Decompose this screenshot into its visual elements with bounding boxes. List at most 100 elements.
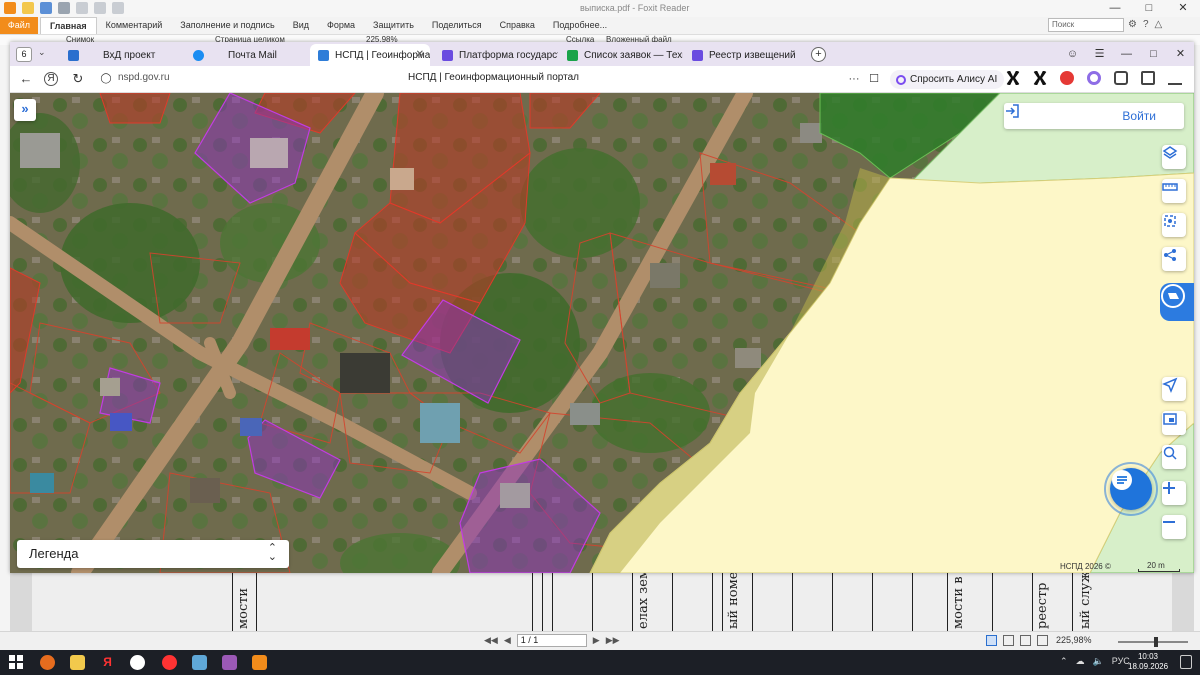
ribbon-tab-fill-sign[interactable]: Заполнение и подпись <box>171 17 283 34</box>
expand-panel-button[interactable]: » <box>14 99 36 121</box>
tab-close-icon[interactable]: ✕ <box>416 49 424 60</box>
more-options-icon[interactable]: ··· <box>846 71 862 87</box>
measure-button[interactable] <box>1162 179 1186 203</box>
tab-notices-registry[interactable]: Реестр извещений <box>684 44 808 66</box>
extension-k2-icon[interactable] <box>1033 71 1047 85</box>
extension-red-icon[interactable] <box>1060 71 1074 85</box>
foxit-close-button[interactable]: ✕ <box>1166 0 1200 17</box>
open-icon[interactable] <box>22 2 34 14</box>
page-number-input[interactable]: 1 / 1 <box>516 634 587 647</box>
collections-icon[interactable] <box>1141 71 1155 85</box>
extensions-puzzle-icon[interactable] <box>1114 71 1128 85</box>
close-button[interactable]: ✕ <box>1167 42 1194 66</box>
zoom-level[interactable]: 225,98% <box>1056 635 1092 645</box>
frame-icon <box>1163 413 1177 425</box>
yandex-icon[interactable]: Я <box>100 655 115 670</box>
yandex-home-icon[interactable]: Я <box>44 72 58 86</box>
login-icon[interactable] <box>1004 103 1020 119</box>
network-icon[interactable]: ☁ <box>1076 656 1085 667</box>
windows-start-icon[interactable] <box>9 655 24 670</box>
volume-icon[interactable]: 🔈 <box>1093 656 1104 667</box>
ribbon-tab-protect[interactable]: Защитить <box>364 17 423 34</box>
profile-icon[interactable]: ☺ <box>1059 42 1086 66</box>
zoom-out-button[interactable] <box>1162 515 1186 539</box>
layers-button[interactable] <box>1162 145 1186 169</box>
continuous-facing-icon[interactable] <box>1037 635 1048 646</box>
first-page-icon[interactable]: ◀◀ <box>484 635 498 646</box>
login-panel[interactable]: Войти <box>1004 103 1184 129</box>
reload-icon[interactable]: ↻ <box>70 71 86 87</box>
ribbon-tab-form[interactable]: Форма <box>318 17 364 34</box>
new-tab-button[interactable]: + <box>811 47 826 62</box>
extension-k-icon[interactable] <box>1006 71 1020 85</box>
redo-icon[interactable] <box>94 2 106 14</box>
maximize-button[interactable]: □ <box>1140 42 1167 66</box>
tab-vhd-project[interactable]: ВхД проект <box>60 44 184 66</box>
extension-target-icon[interactable] <box>1087 71 1101 85</box>
facing-icon[interactable] <box>1020 635 1031 646</box>
ribbon-file-tab[interactable]: Файл <box>0 17 38 34</box>
ribbon-tab-more[interactable]: Подробнее... <box>544 17 616 34</box>
zoom-slider-knob[interactable] <box>1154 637 1158 647</box>
share-button[interactable] <box>1162 247 1186 271</box>
my-location-button[interactable] <box>1162 377 1186 401</box>
back-icon[interactable]: ← <box>18 71 34 87</box>
tab-nspd[interactable]: НСПД | Геоинформац ✕ <box>310 44 430 66</box>
clock[interactable]: 10:03 18.09.2026 <box>1128 652 1168 672</box>
help-icon[interactable]: ? <box>1143 19 1149 30</box>
search-location-button[interactable] <box>1162 445 1186 469</box>
tab-counter[interactable]: 6 <box>16 47 32 62</box>
login-button[interactable]: Войти <box>1122 109 1156 123</box>
chat-button[interactable] <box>1110 468 1152 510</box>
ribbon-tab-help[interactable]: Справка <box>491 17 544 34</box>
map-attribution[interactable]: НСПД 2026 © <box>1060 562 1111 571</box>
foxit-taskbar-icon[interactable] <box>252 655 267 670</box>
photos-icon[interactable] <box>192 655 207 670</box>
tab-gov-platform[interactable]: Платформа государстве <box>434 44 558 66</box>
print-map-button[interactable] <box>1162 411 1186 435</box>
zoom-slider[interactable] <box>1118 637 1188 647</box>
ribbon-tab-comment[interactable]: Комментарий <box>97 17 172 34</box>
prev-page-icon[interactable]: ◀ <box>504 635 511 646</box>
settings-icon[interactable]: ⚙ <box>1128 19 1137 30</box>
continuous-icon[interactable] <box>1003 635 1014 646</box>
save-icon[interactable] <box>40 2 52 14</box>
undo-icon[interactable] <box>76 2 88 14</box>
ribbon-collapse-icon[interactable]: △ <box>1155 19 1163 30</box>
foxit-maximize-button[interactable]: □ <box>1132 0 1166 17</box>
legend-expand-icon[interactable]: ⌃ ⌄ <box>268 543 277 563</box>
ai-assistant-tab[interactable] <box>1160 283 1194 321</box>
minimize-button[interactable]: — <box>1113 42 1140 66</box>
tab-list-chevron-icon[interactable]: ⌄ <box>38 47 46 58</box>
map-viewport[interactable]: » Войти Легенда ⌃ ⌄ НСПД 2026 © 20 m <box>10 93 1194 573</box>
legend-panel[interactable]: Легенда ⌃ ⌄ <box>17 540 289 568</box>
yandex-browser-icon[interactable] <box>162 655 177 670</box>
chrome-like-icon[interactable] <box>130 655 145 670</box>
last-page-icon[interactable]: ▶▶ <box>606 635 620 646</box>
ribbon-search-input[interactable]: Поиск <box>1048 18 1124 32</box>
foxit-minimize-button[interactable]: — <box>1098 0 1132 17</box>
ask-alice-button[interactable]: Спросить Алису AI <box>890 70 1005 89</box>
tray-chevron-icon[interactable]: ⌃ <box>1060 656 1068 667</box>
firefox-icon[interactable] <box>40 655 55 670</box>
notifications-icon[interactable] <box>1180 655 1192 669</box>
zoom-in-button[interactable] <box>1162 481 1186 505</box>
downloads-icon[interactable] <box>1168 71 1182 85</box>
map-canvas[interactable] <box>10 93 1194 573</box>
site-info-icon[interactable]: ◯ <box>98 71 114 87</box>
tab-requests-list[interactable]: Список заявок — ТехноК <box>559 44 683 66</box>
file-explorer-icon[interactable] <box>70 655 85 670</box>
hand-tool-icon[interactable] <box>112 2 124 14</box>
menu-icon[interactable]: ☰ <box>1086 42 1113 66</box>
next-page-icon[interactable]: ▶ <box>593 635 600 646</box>
bookmark-icon[interactable]: ☐ <box>866 71 882 87</box>
ribbon-tab-home[interactable]: Главная <box>40 17 97 34</box>
app-icon[interactable] <box>222 655 237 670</box>
ribbon-tab-share[interactable]: Поделиться <box>423 17 491 34</box>
select-area-button[interactable] <box>1162 213 1186 237</box>
ribbon-tab-view[interactable]: Вид <box>284 17 318 34</box>
tab-mail[interactable]: Почта Mail <box>185 44 309 66</box>
url-field[interactable]: nspd.gov.ru <box>118 72 170 83</box>
print-icon[interactable] <box>58 2 70 14</box>
single-page-icon[interactable] <box>986 635 997 646</box>
